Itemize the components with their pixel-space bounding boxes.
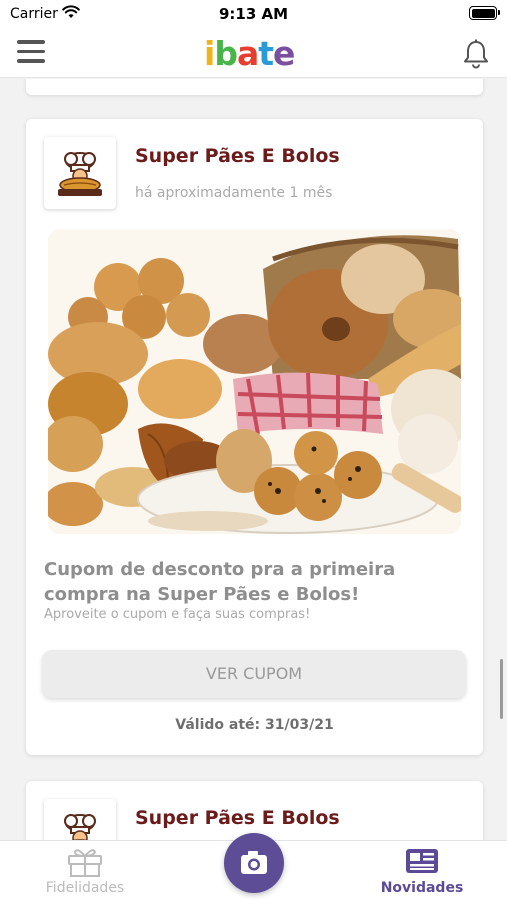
coupon-title: Cupom de desconto pra a primeira compra … [44,559,396,605]
post-image[interactable] [48,229,461,534]
feed[interactable]: Super Pães E Bolos há aproximadamente 1 … [0,79,507,841]
app-header: ibate [0,30,507,78]
tab-fidelidades-label: Fidelidades [45,880,125,896]
tab-novidades-label: Novidades [380,880,464,896]
chef-logo-icon [58,152,102,196]
post-timestamp: há aproximadamente 1 mês [135,185,333,201]
feed-card: Super Pães E Bolos há aproximadamente 1 … [26,119,483,755]
camera-icon [241,851,267,874]
gift-icon [68,849,102,877]
chef-logo-icon [64,814,96,841]
tab-fidelidades[interactable]: Fidelidades [15,841,155,900]
clock: 9:13 AM [218,5,289,23]
tab-bar: Fidelidades Novidades [0,833,507,900]
app-screen: Carrier 9:13 AM ibate Super Pães E Bolos… [0,0,507,900]
store-avatar[interactable] [44,137,116,209]
store-avatar[interactable] [44,799,116,841]
tab-novidades[interactable]: Novidades [352,841,492,900]
camera-button[interactable] [224,833,284,893]
feed-card-next: Super Pães E Bolos [26,781,483,841]
store-name[interactable]: Super Pães E Bolos [135,807,340,829]
coupon-valid-until: Válido até: 31/03/21 [175,717,334,733]
news-icon [406,849,438,873]
feed-card-previous [26,79,483,95]
menu-icon[interactable] [17,40,47,64]
app-logo: ibate [204,34,295,73]
scroll-indicator[interactable] [500,659,503,719]
view-coupon-button[interactable]: VER CUPOM [42,650,466,698]
coupon-subtitle: Aproveite o cupom e faça suas compras! [44,607,311,622]
battery-icon [469,6,500,20]
status-bar: Carrier 9:13 AM [0,0,507,30]
bread-photo [48,229,461,534]
bell-icon[interactable] [461,38,491,70]
store-name[interactable]: Super Pães E Bolos [135,145,340,167]
